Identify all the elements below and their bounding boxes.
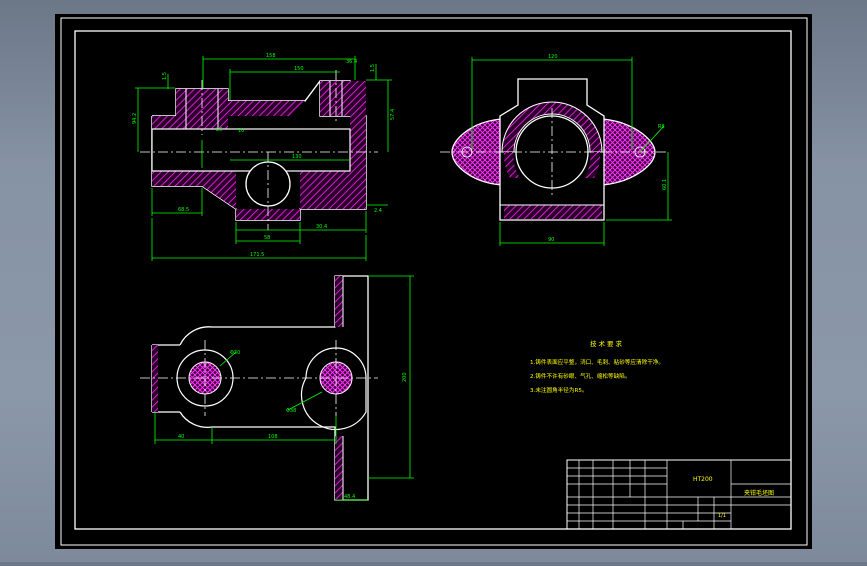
section-hatch bbox=[335, 276, 343, 327]
cad-viewport[interactable]: 158 36.4 150 94.2 57.4 1.5 1.5 68.5 58 30… bbox=[0, 0, 867, 562]
svg-text:171.5: 171.5 bbox=[250, 252, 264, 258]
svg-text:58: 58 bbox=[264, 235, 270, 241]
section-hatch bbox=[350, 116, 366, 171]
svg-text:108: 108 bbox=[268, 434, 278, 440]
tech-requirement-item: 1.铸件表面应平整，浇口、毛刺、粘砂等应清除干净。 bbox=[530, 358, 664, 366]
svg-text:R8: R8 bbox=[658, 124, 665, 130]
svg-text:90: 90 bbox=[548, 237, 554, 243]
sheet-background bbox=[55, 14, 812, 549]
svg-text:10: 10 bbox=[238, 128, 244, 134]
svg-text:68.5: 68.5 bbox=[178, 207, 189, 213]
side-view-base-hatch bbox=[504, 205, 602, 219]
svg-text:1.5: 1.5 bbox=[370, 64, 376, 72]
svg-text:30.4: 30.4 bbox=[316, 224, 327, 230]
svg-text:Φ38: Φ38 bbox=[286, 408, 296, 414]
tech-requirement-item: 3.未注圆角半径为R5。 bbox=[530, 386, 588, 394]
svg-text:2.4: 2.4 bbox=[374, 208, 382, 214]
svg-text:60.1: 60.1 bbox=[662, 179, 668, 190]
section-hatch bbox=[300, 171, 366, 209]
tech-requirements-heading: 技术要求 bbox=[590, 339, 624, 348]
svg-text:36.4: 36.4 bbox=[346, 59, 357, 65]
svg-text:94.2: 94.2 bbox=[132, 113, 138, 124]
svg-text:20: 20 bbox=[216, 127, 222, 133]
svg-text:Φ30: Φ30 bbox=[230, 350, 240, 356]
svg-text:57.4: 57.4 bbox=[390, 109, 396, 120]
svg-text:200: 200 bbox=[402, 372, 408, 382]
svg-text:120: 120 bbox=[548, 54, 558, 60]
section-hatch bbox=[152, 345, 158, 412]
part-name-label: 夹钳毛坯图 bbox=[744, 489, 774, 497]
svg-text:48.4: 48.4 bbox=[344, 494, 355, 500]
section-hatch bbox=[320, 81, 366, 116]
section-hatch bbox=[152, 171, 202, 186]
svg-text:1.5: 1.5 bbox=[162, 72, 168, 80]
svg-text:40: 40 bbox=[178, 434, 184, 440]
scale-label: 1/1 bbox=[718, 513, 726, 519]
section-hatch bbox=[335, 436, 343, 500]
bore bbox=[151, 128, 351, 172]
svg-text:150: 150 bbox=[294, 66, 304, 72]
drawing-canvas[interactable]: 158 36.4 150 94.2 57.4 1.5 1.5 68.5 58 30… bbox=[0, 0, 867, 562]
tech-requirement-item: 2.铸件不许有砂眼、气孔、缩松等缺陷。 bbox=[530, 372, 630, 380]
svg-text:158: 158 bbox=[266, 53, 276, 59]
material-label: HT200 bbox=[693, 476, 713, 483]
svg-text:130: 130 bbox=[292, 154, 302, 160]
